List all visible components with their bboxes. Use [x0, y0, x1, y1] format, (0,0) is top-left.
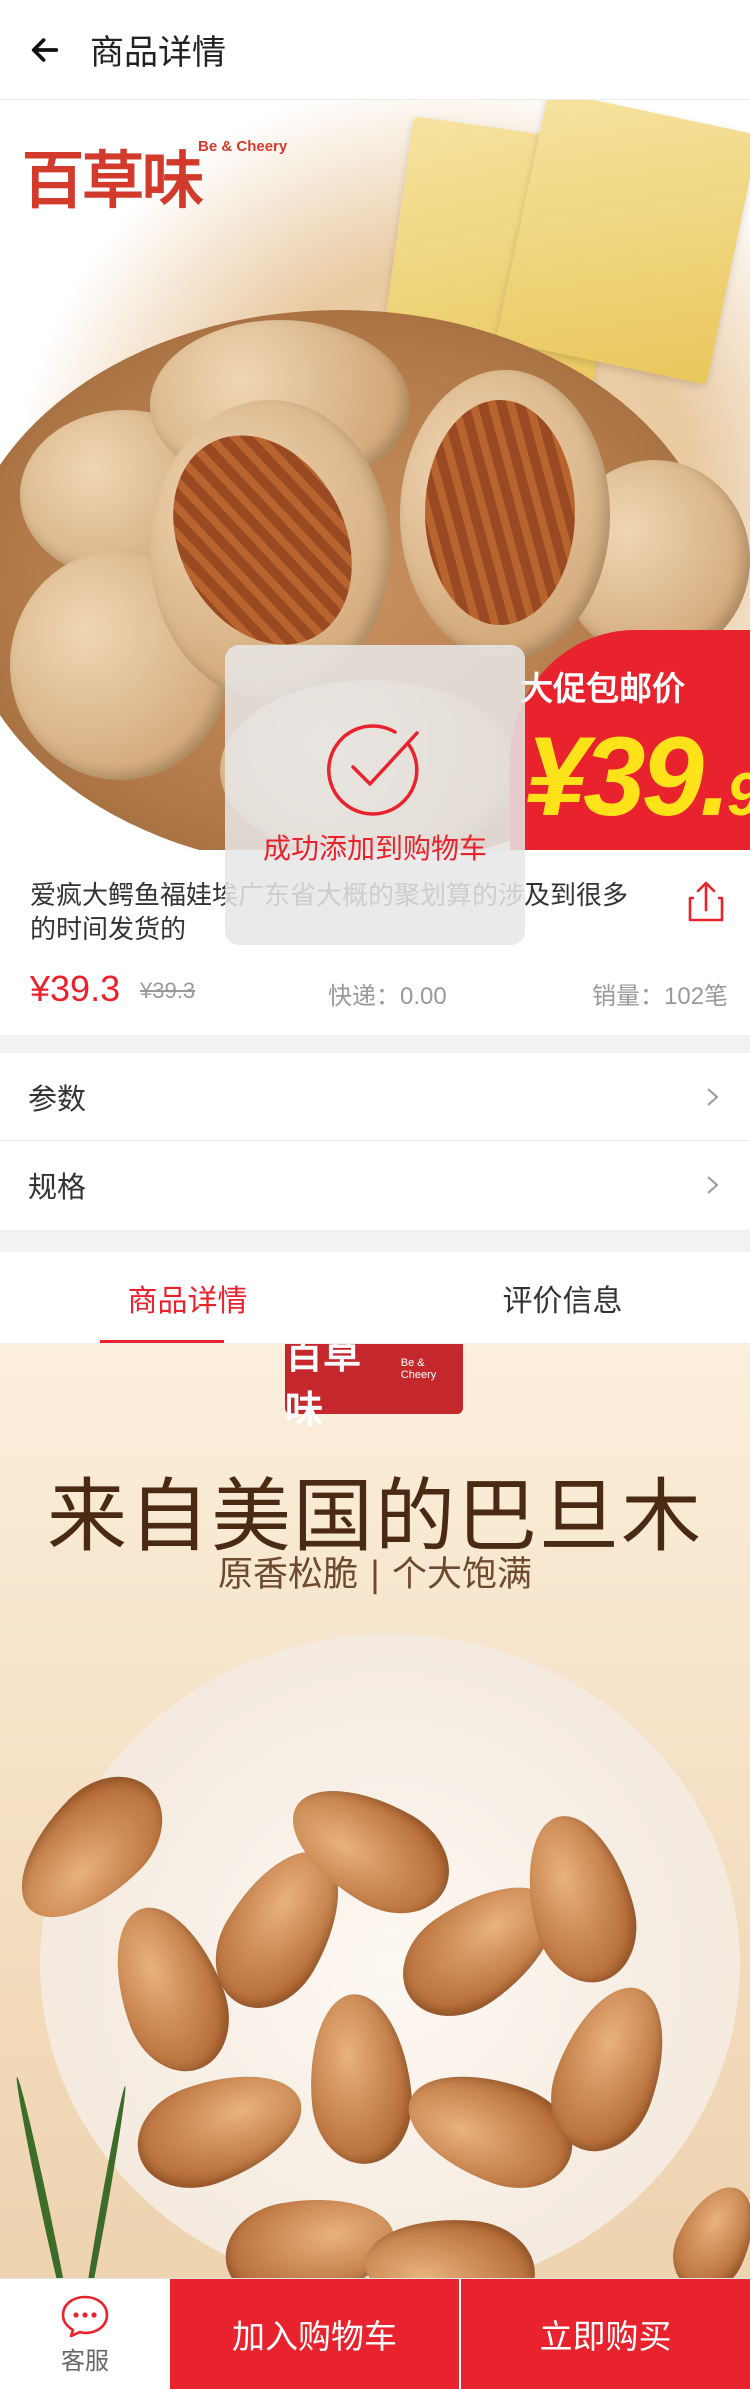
tab-product-details[interactable]: 商品详情: [0, 1252, 375, 1343]
product-detail-image: 百草味 Be & Cheery 来自美国的巴旦木 原香松脆 | 个大饱满: [0, 1344, 750, 2344]
brand-logo: 百草味 Be & Cheery: [22, 130, 287, 220]
promo-price-main: ¥39.: [525, 714, 731, 839]
ribbon-brand-en: Be & Cheery: [400, 1357, 437, 1381]
current-price: ¥39.3: [30, 968, 121, 1009]
product-detail-page: 商品详情 百草味 Be & Cheery 大促包邮价 ¥39.9 爱疯大鳄鱼福娃…: [0, 0, 750, 2389]
option-label: 参数: [28, 1083, 87, 1116]
page-title: 商品详情: [90, 34, 226, 72]
brand-logo-cn: 百草味: [22, 144, 204, 217]
option-row-params[interactable]: 参数: [0, 1053, 750, 1141]
brand-ribbon: 百草味 Be & Cheery: [285, 1344, 463, 1432]
check-circle-icon: [327, 724, 419, 816]
pecan-kernel: [425, 400, 575, 625]
top-nav-bar: 商品详情: [0, 0, 750, 100]
original-price: ¥39.3: [140, 978, 196, 1003]
ribbon-brand-cn: 百草味: [285, 1344, 362, 1432]
promo-price-decimal: 9: [727, 761, 750, 828]
add-to-cart-button[interactable]: 加入购物车: [170, 2279, 459, 2389]
promo-price: ¥39.9: [525, 712, 750, 841]
brand-logo-en: Be & Cheery: [198, 138, 288, 155]
detail-subheadline: 原香松脆 | 个大饱满: [217, 1555, 533, 1595]
chevron-right-icon: [707, 1176, 719, 1194]
back-button[interactable]: [0, 0, 90, 100]
shipping-fee: 快递：0.00: [328, 983, 447, 1010]
bottom-action-bar: 客服 加入购物车 立即购买: [0, 2278, 750, 2389]
add-to-cart-toast: 成功添加到购物车: [225, 645, 525, 945]
tab-reviews[interactable]: 评价信息: [375, 1252, 750, 1343]
chevron-right-icon: [707, 1087, 719, 1106]
arrow-left-icon: [31, 37, 59, 62]
option-label: 规格: [28, 1172, 87, 1204]
sales-count: 销量：102笔: [592, 983, 729, 1010]
option-row-specs[interactable]: 规格: [0, 1141, 750, 1229]
product-options: 参数 规格: [0, 1053, 750, 1230]
share-icon: [688, 881, 724, 922]
service-label: 客服: [61, 2347, 109, 2375]
detail-tabs: 商品详情 评价信息: [0, 1252, 750, 1344]
share-button[interactable]: [686, 880, 726, 924]
customer-service-button[interactable]: 客服: [0, 2279, 170, 2389]
toast-message: 成功添加到购物车: [262, 833, 487, 864]
buy-now-button[interactable]: 立即购买: [459, 2279, 750, 2389]
promo-text: 大促包邮价: [520, 669, 685, 708]
chat-bubble-icon: [61, 2295, 109, 2337]
